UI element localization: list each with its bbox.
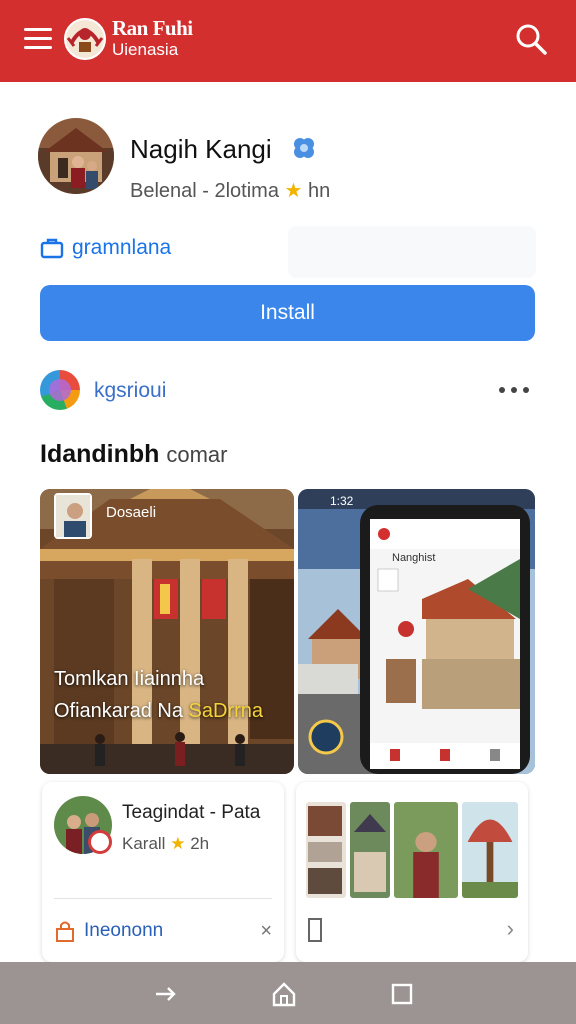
post-card[interactable]: Teagindat - Pata Karall ★ 2h Ineononn × [42, 782, 284, 962]
profile-link-label: gramnlana [72, 236, 172, 259]
card-action-label: Ineononn [84, 920, 164, 941]
close-icon[interactable]: × [260, 920, 272, 943]
app-header: Ran Fuhi Uienasia [0, 0, 576, 82]
card-title: Teagindat - Pata [122, 802, 261, 823]
profile-avatar[interactable] [38, 118, 114, 194]
star-icon: ★ [170, 834, 186, 853]
source-logo-icon[interactable] [40, 370, 80, 410]
card-subtitle: Karall ★ 2h [122, 834, 209, 854]
section-title-light: comar [166, 442, 228, 467]
home-icon[interactable] [268, 978, 300, 1010]
source-row: kgsrioui [40, 370, 535, 412]
gallery-thumb[interactable] [394, 802, 458, 898]
verified-badge-icon [294, 138, 314, 158]
placeholder-box [288, 226, 536, 278]
media-author-label: Dosaeli [106, 504, 157, 521]
card-author-badge [88, 830, 112, 854]
emblem-logo-icon [64, 18, 106, 60]
profile-subtitle: Belenal - 2lotima ★ hn [130, 178, 330, 203]
briefcase-icon [40, 238, 64, 259]
brand-name: Ran Fuhi Uienasia [112, 16, 193, 59]
gallery-thumb[interactable] [306, 802, 346, 898]
brand-line-2: Uienasia [112, 40, 179, 59]
profile-subtitle-suffix: hn [308, 180, 331, 202]
brand-line-1: Ran Fuhi [112, 16, 193, 40]
gallery-thumb[interactable] [350, 802, 390, 898]
media-author-avatar [54, 493, 92, 539]
gallery-thumb[interactable] [462, 802, 518, 898]
install-button[interactable]: Install [40, 285, 535, 341]
system-navbar [0, 962, 576, 1024]
media-caption-text: Ofiankarad Na [54, 700, 189, 722]
section-title-bold: Idandinbh [40, 440, 160, 468]
profile-subtitle-text: Belenal - 2lotima [130, 180, 279, 202]
phone-status-time: 1:32 [330, 494, 354, 508]
section-title: Idandinbh comar [40, 440, 228, 469]
media-card-phone[interactable] [298, 489, 535, 774]
media-caption-highlight: SaDrrna [188, 700, 263, 722]
card-subtitle-time: 2h [190, 834, 210, 853]
media-caption-line-2: Ofiankarad Na SaDrrna [54, 700, 263, 723]
gallery-thumbnails [306, 802, 518, 898]
profile-name: Nagih Kangi [130, 134, 272, 164]
media-caption-line-1: Tomlkan Iiainnha [54, 668, 205, 690]
card-subtitle-text: Karall [122, 834, 166, 853]
document-icon[interactable] [308, 918, 322, 942]
source-label[interactable]: kgsrioui [94, 379, 166, 403]
card-divider [54, 898, 272, 899]
star-icon: ★ [284, 180, 303, 202]
profile-link[interactable]: gramnlana [40, 232, 171, 264]
hamburger-menu-icon[interactable] [24, 28, 52, 52]
recents-square-icon[interactable] [386, 978, 418, 1010]
chevron-right-icon[interactable]: › [507, 916, 514, 942]
gallery-card[interactable]: › [296, 782, 528, 962]
more-horizontal-icon[interactable] [499, 378, 529, 402]
lock-icon [56, 921, 74, 942]
forward-arrow-icon[interactable] [150, 978, 182, 1010]
search-icon[interactable] [514, 22, 548, 56]
phone-app-title: Nanghist [392, 552, 436, 564]
card-action-link[interactable]: Ineononn [54, 920, 163, 942]
